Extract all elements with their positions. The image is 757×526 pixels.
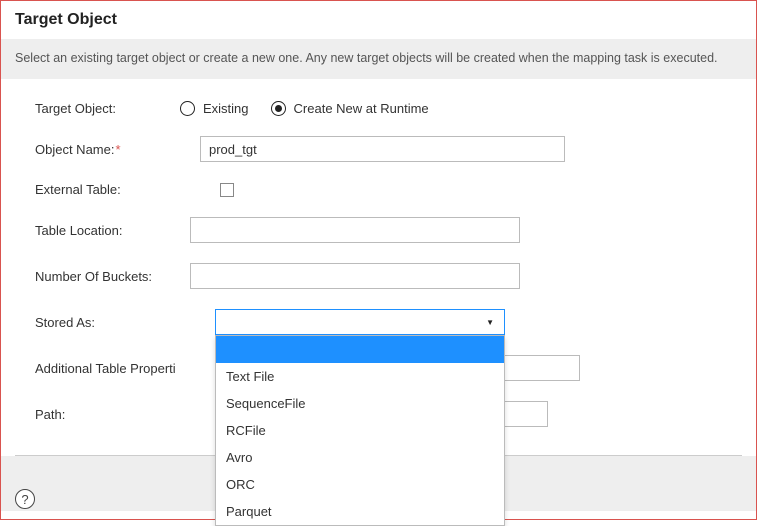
panel-title: Target Object xyxy=(1,11,756,39)
instructions-text: Select an existing target object or crea… xyxy=(1,39,756,79)
object-name-label: Object Name:* xyxy=(35,142,180,157)
dropdown-item-orc[interactable]: ORC xyxy=(216,471,504,498)
dropdown-item-avro[interactable]: Avro xyxy=(216,444,504,471)
external-table-label: External Table: xyxy=(35,182,180,197)
additional-table-properties-label: Additional Table Properti xyxy=(35,361,215,376)
radio-existing-label: Existing xyxy=(203,101,249,116)
required-marker: * xyxy=(115,142,120,157)
radio-existing[interactable] xyxy=(180,101,195,116)
stored-as-select[interactable]: ▼ xyxy=(215,309,505,335)
radio-create-new[interactable] xyxy=(271,101,286,116)
form-panel: Target Object: Existing Create New at Ru… xyxy=(15,81,742,456)
path-label: Path: xyxy=(35,407,215,422)
stored-as-dropdown: Text File SequenceFile RCFile Avro ORC P… xyxy=(215,335,505,526)
dropdown-item-parquet[interactable]: Parquet xyxy=(216,498,504,525)
help-icon[interactable]: ? xyxy=(15,489,35,509)
radio-selected-dot xyxy=(275,105,282,112)
chevron-down-icon: ▼ xyxy=(486,318,494,327)
table-location-input[interactable] xyxy=(190,217,520,243)
number-of-buckets-label: Number Of Buckets: xyxy=(35,269,180,284)
table-location-label: Table Location: xyxy=(35,223,180,238)
stored-as-label: Stored As: xyxy=(35,315,180,330)
dropdown-item-sequencefile[interactable]: SequenceFile xyxy=(216,390,504,417)
external-table-checkbox[interactable] xyxy=(220,183,234,197)
target-object-label: Target Object: xyxy=(35,101,180,116)
dropdown-item-blank[interactable] xyxy=(216,336,504,363)
dropdown-item-rcfile[interactable]: RCFile xyxy=(216,417,504,444)
object-name-input[interactable] xyxy=(200,136,565,162)
number-of-buckets-input[interactable] xyxy=(190,263,520,289)
dropdown-item-text-file[interactable]: Text File xyxy=(216,363,504,390)
radio-create-new-label: Create New at Runtime xyxy=(294,101,429,116)
